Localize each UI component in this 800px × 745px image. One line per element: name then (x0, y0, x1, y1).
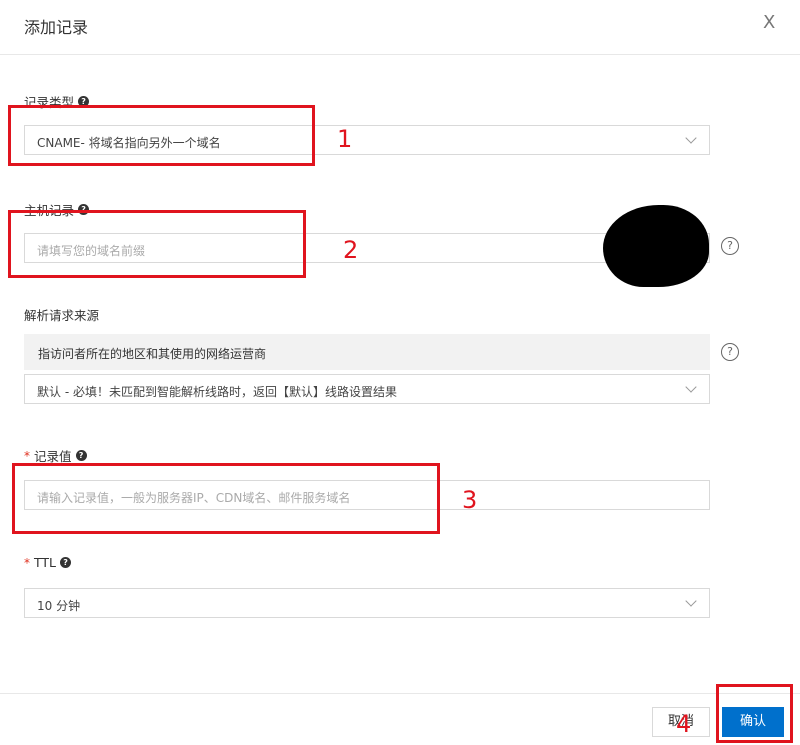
resolution-source-hint-text: 指访问者所在的地区和其使用的网络运营商 (38, 347, 267, 361)
resolution-source-select[interactable]: 默认 - 必填！未匹配到智能解析线路时，返回【默认】线路设置结果 (24, 374, 710, 404)
chevron-down-icon (685, 132, 697, 144)
annotation-number-4: 4 (676, 710, 692, 738)
help-circle-icon[interactable]: ? (721, 237, 739, 255)
annotation-box-3 (12, 463, 440, 534)
info-icon: ? (60, 557, 72, 568)
resolution-source-label: 解析请求来源 (24, 308, 100, 323)
ttl-value: 10 分钟 (37, 599, 81, 613)
ttl-select[interactable]: 10 分钟 (24, 588, 710, 618)
annotation-number-2: 2 (343, 236, 359, 264)
close-icon[interactable]: X (763, 14, 775, 32)
annotation-box-2 (8, 210, 306, 278)
annotation-number-1: 1 (337, 125, 353, 153)
chevron-down-icon (685, 595, 697, 607)
help-circle-icon[interactable]: ? (721, 343, 739, 361)
chevron-down-icon (685, 381, 697, 393)
dialog-title: 添加记录 (24, 18, 89, 37)
redaction-blob (603, 205, 709, 287)
annotation-number-3: 3 (462, 486, 478, 514)
info-icon: ? (75, 450, 87, 461)
ttl-label-row: * TTL ? (24, 555, 72, 570)
ttl-label: TTL (34, 555, 57, 570)
resolution-source-hint: 指访问者所在的地区和其使用的网络运营商 (24, 334, 710, 370)
annotation-box-1 (8, 105, 315, 166)
dialog-header: 添加记录 X (0, 0, 800, 55)
resolution-source-label-row: 解析请求来源 (24, 305, 99, 324)
resolution-source-value: 默认 - 必填！未匹配到智能解析线路时，返回【默认】线路设置结果 (37, 385, 397, 399)
required-mark: * (24, 448, 30, 463)
annotation-box-4 (716, 684, 793, 743)
required-mark: * (24, 555, 30, 570)
